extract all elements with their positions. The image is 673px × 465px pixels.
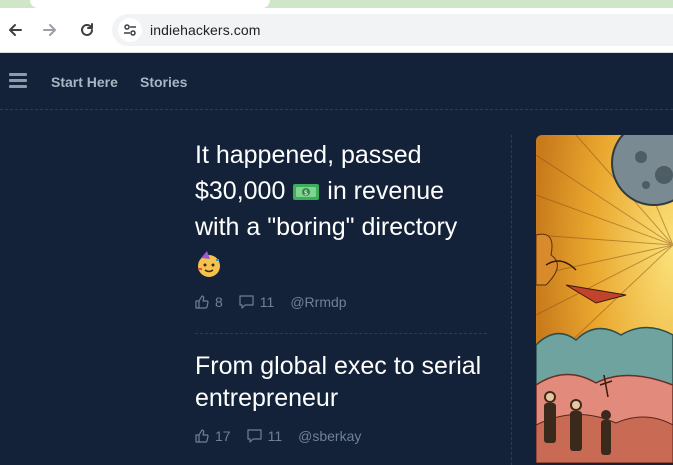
back-button[interactable] (3, 18, 27, 42)
author-link[interactable]: @sberkay (298, 428, 361, 444)
thumbs-up-icon (195, 295, 209, 309)
header-divider (0, 109, 673, 110)
url-text[interactable]: indiehackers.com (150, 22, 261, 38)
featured-illustration[interactable] (536, 135, 673, 463)
post-title[interactable]: From global exec to serial entrepreneur (195, 350, 495, 414)
forward-arrow-icon (43, 24, 56, 36)
author-link[interactable]: @Rrmdp (290, 294, 346, 310)
post-title[interactable]: It happened, passed $30,000 $ in revenue… (195, 137, 495, 281)
address-bar[interactable]: indiehackers.com (112, 14, 673, 46)
post-meta: 17 11 @sberkay (195, 426, 377, 446)
browser-toolbar: indiehackers.com (0, 8, 673, 53)
thumbs-up-icon (195, 429, 209, 443)
reload-button[interactable] (75, 18, 99, 42)
post-card[interactable]: It happened, passed $30,000 $ in revenue… (195, 137, 495, 310)
nav-start-here[interactable]: Start Here (51, 74, 118, 90)
column-divider (511, 135, 512, 465)
money-emoji: $ (293, 184, 320, 201)
post-meta: 8 11 @Rrmdp (195, 292, 363, 312)
tab-strip (0, 0, 673, 8)
svg-text:$: $ (304, 189, 308, 197)
post-divider (195, 333, 487, 334)
site-header: Start Here Stories (0, 53, 673, 109)
active-tab[interactable] (30, 0, 270, 8)
hamburger-menu-icon[interactable] (9, 73, 27, 88)
party-face-emoji (198, 251, 220, 278)
nav-stories[interactable]: Stories (140, 74, 187, 90)
site-info-button[interactable] (118, 18, 142, 42)
comment-icon (246, 429, 262, 443)
comments[interactable]: 11 (239, 294, 275, 310)
back-arrow-icon (9, 24, 22, 36)
post-card[interactable]: From global exec to serial entrepreneur … (195, 350, 495, 444)
comments-count: 11 (267, 428, 283, 444)
likes-count: 17 (215, 428, 231, 444)
comments[interactable]: 11 (246, 428, 283, 444)
comments-count: 11 (259, 294, 275, 310)
site-info-icon (124, 24, 136, 36)
likes-count: 8 (215, 294, 223, 310)
reload-icon (81, 23, 93, 36)
likes[interactable]: 8 (195, 294, 223, 310)
likes[interactable]: 17 (195, 428, 231, 444)
forward-button[interactable] (38, 18, 62, 42)
illustration-image (536, 135, 673, 463)
comment-icon (239, 295, 254, 309)
